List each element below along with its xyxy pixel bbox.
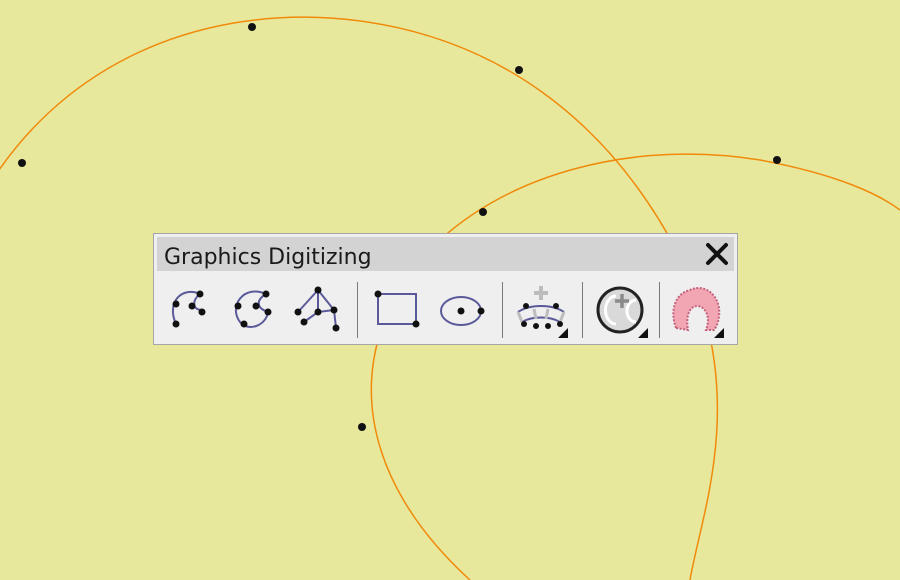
control-point[interactable] — [479, 208, 487, 216]
graphics-digitizing-toolbar: Graphics Digitizing — [153, 233, 738, 345]
control-point[interactable] — [358, 423, 366, 431]
arc-points-icon[interactable] — [162, 282, 220, 340]
control-point[interactable] — [515, 66, 523, 74]
toolbar-separator — [582, 282, 583, 338]
toolbar-separator — [659, 282, 660, 338]
rectangle-icon[interactable] — [368, 282, 426, 340]
control-point[interactable] — [773, 156, 781, 164]
ellipse-icon[interactable] — [432, 282, 490, 340]
toolbar-separator — [502, 282, 503, 338]
plus-arc-icon[interactable] — [512, 282, 570, 340]
second-curve[interactable] — [370, 153, 900, 580]
control-point[interactable] — [18, 159, 26, 167]
close-icon[interactable] — [702, 239, 732, 269]
toolbar-separator — [357, 282, 358, 338]
toolbar-title: Graphics Digitizing — [164, 245, 372, 270]
polyline-points-icon[interactable] — [290, 282, 348, 340]
circle-c-icon[interactable] — [592, 282, 650, 340]
toolbar-title-bar[interactable]: Graphics Digitizing — [157, 237, 734, 271]
control-point[interactable] — [248, 23, 256, 31]
pink-shape-icon[interactable] — [668, 282, 726, 340]
closed-curve-points-icon[interactable] — [226, 282, 284, 340]
toolbar-tools — [154, 274, 737, 342]
